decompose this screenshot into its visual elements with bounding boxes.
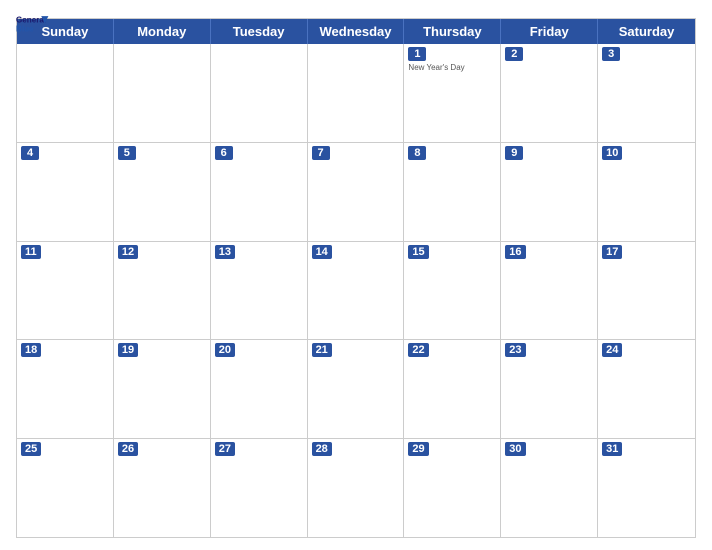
day-number: 18 — [21, 343, 41, 357]
day-cell-16: 16 — [501, 242, 598, 340]
day-number: 23 — [505, 343, 525, 357]
day-number: 3 — [602, 47, 620, 61]
day-number: 30 — [505, 442, 525, 456]
day-number: 25 — [21, 442, 41, 456]
day-number: 8 — [408, 146, 426, 160]
day-number: 24 — [602, 343, 622, 357]
day-header-monday: Monday — [114, 19, 211, 44]
holiday-label: New Year's Day — [408, 63, 496, 73]
day-headers: SundayMondayTuesdayWednesdayThursdayFrid… — [17, 19, 695, 44]
day-cell-12: 12 — [114, 242, 211, 340]
day-cell-31: 31 — [598, 439, 695, 537]
day-cell-28: 28 — [308, 439, 405, 537]
day-cell-8: 8 — [404, 143, 501, 241]
day-header-wednesday: Wednesday — [308, 19, 405, 44]
week-row-1: 1 New Year's Day 2 3 — [17, 44, 695, 143]
day-cell-2: 2 — [501, 44, 598, 142]
week-row-4: 18 19 20 21 22 23 24 — [17, 340, 695, 439]
day-cell-15: 15 — [404, 242, 501, 340]
logo: General Blue — [16, 12, 52, 40]
day-number: 19 — [118, 343, 138, 357]
week-row-2: 4 5 6 7 8 9 10 — [17, 143, 695, 242]
day-cell-empty-1 — [114, 44, 211, 142]
day-number: 10 — [602, 146, 622, 160]
day-header-tuesday: Tuesday — [211, 19, 308, 44]
day-number: 11 — [21, 245, 41, 259]
day-cell-7: 7 — [308, 143, 405, 241]
day-number: 20 — [215, 343, 235, 357]
day-number: 2 — [505, 47, 523, 61]
day-number: 29 — [408, 442, 428, 456]
day-number: 16 — [505, 245, 525, 259]
day-cell-27: 27 — [211, 439, 308, 537]
day-cell-29: 29 — [404, 439, 501, 537]
day-header-friday: Friday — [501, 19, 598, 44]
day-cell-5: 5 — [114, 143, 211, 241]
day-cell-10: 10 — [598, 143, 695, 241]
day-number: 4 — [21, 146, 39, 160]
day-cell-1: 1 New Year's Day — [404, 44, 501, 142]
day-number: 6 — [215, 146, 233, 160]
day-cell-26: 26 — [114, 439, 211, 537]
day-cell-23: 23 — [501, 340, 598, 438]
day-number: 13 — [215, 245, 235, 259]
day-cell-empty-3 — [308, 44, 405, 142]
page: General Blue SundayMondayTuesdayWednesda… — [0, 0, 712, 550]
day-cell-6: 6 — [211, 143, 308, 241]
day-header-thursday: Thursday — [404, 19, 501, 44]
day-number: 26 — [118, 442, 138, 456]
day-cell-22: 22 — [404, 340, 501, 438]
day-number: 15 — [408, 245, 428, 259]
day-cell-11: 11 — [17, 242, 114, 340]
day-cell-30: 30 — [501, 439, 598, 537]
day-number: 1 — [408, 47, 426, 61]
week-row-5: 25 26 27 28 29 30 31 — [17, 439, 695, 537]
day-number: 12 — [118, 245, 138, 259]
day-number: 14 — [312, 245, 332, 259]
calendar: SundayMondayTuesdayWednesdayThursdayFrid… — [16, 18, 696, 538]
day-cell-13: 13 — [211, 242, 308, 340]
day-cell-9: 9 — [501, 143, 598, 241]
logo-icon: General Blue — [16, 12, 52, 40]
day-cell-14: 14 — [308, 242, 405, 340]
day-cell-3: 3 — [598, 44, 695, 142]
day-cell-19: 19 — [114, 340, 211, 438]
calendar-body: 1New Year's Day2345678910111213141516171… — [17, 44, 695, 537]
day-number: 28 — [312, 442, 332, 456]
day-cell-17: 17 — [598, 242, 695, 340]
day-cell-25: 25 — [17, 439, 114, 537]
day-cell-empty-2 — [211, 44, 308, 142]
day-number: 9 — [505, 146, 523, 160]
day-number: 27 — [215, 442, 235, 456]
svg-text:Blue: Blue — [16, 24, 34, 33]
week-row-3: 11 12 13 14 15 16 17 — [17, 242, 695, 341]
day-number: 21 — [312, 343, 332, 357]
day-number: 5 — [118, 146, 136, 160]
day-number: 7 — [312, 146, 330, 160]
day-cell-24: 24 — [598, 340, 695, 438]
day-header-saturday: Saturday — [598, 19, 695, 44]
day-cell-21: 21 — [308, 340, 405, 438]
day-cell-20: 20 — [211, 340, 308, 438]
day-number: 17 — [602, 245, 622, 259]
day-number: 31 — [602, 442, 622, 456]
day-cell-empty-0 — [17, 44, 114, 142]
day-cell-18: 18 — [17, 340, 114, 438]
day-cell-4: 4 — [17, 143, 114, 241]
day-number: 22 — [408, 343, 428, 357]
